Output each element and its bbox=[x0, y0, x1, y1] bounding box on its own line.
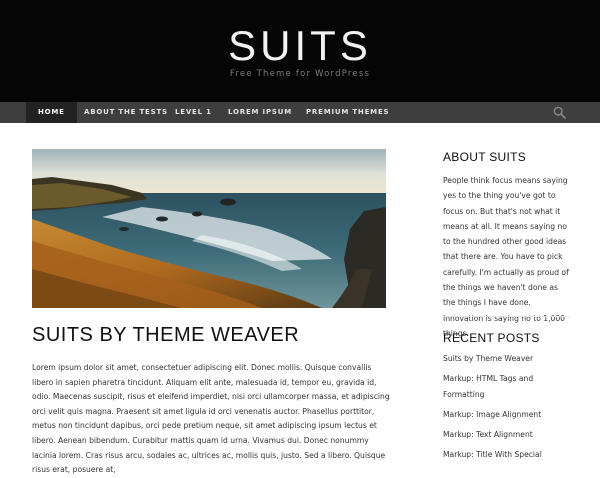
sidebar-divider bbox=[443, 316, 571, 317]
recent-post-link[interactable]: Suits by Theme Weaver bbox=[443, 351, 571, 367]
recent-post-link[interactable]: Markup: HTML Tags and Formatting bbox=[443, 371, 571, 403]
nav-item-premium-themes[interactable]: PREMIUM THEMES bbox=[306, 102, 389, 123]
post-title[interactable]: SUITS BY THEME WEAVER bbox=[32, 324, 299, 347]
nav-item-home[interactable]: HOME bbox=[26, 102, 77, 123]
recent-post-link[interactable]: Markup: Title With Special bbox=[443, 447, 571, 463]
site-title[interactable]: SUITS bbox=[0, 22, 600, 70]
main-navigation: HOME ABOUT THE TESTS LEVEL 1 LOREM IPSUM… bbox=[0, 102, 600, 123]
search-icon[interactable] bbox=[553, 106, 566, 119]
post-content: Lorem ipsum dolor sit amet, consectetuer… bbox=[32, 363, 390, 475]
recent-posts-title: RECENT POSTS bbox=[443, 331, 540, 345]
recent-post-link[interactable]: Markup: Image Alignment bbox=[443, 407, 571, 423]
nav-item-level-1[interactable]: LEVEL 1 bbox=[175, 102, 212, 123]
recent-post-link[interactable]: Markup: Text Alignment bbox=[443, 427, 571, 443]
site-tagline: Free Theme for WordPress bbox=[229, 69, 371, 79]
nav-item-about-the-tests[interactable]: ABOUT THE TESTS bbox=[84, 102, 168, 123]
site-header: SUITS Free Theme for WordPress bbox=[0, 0, 600, 102]
featured-image[interactable] bbox=[32, 149, 386, 308]
about-widget-title: ABOUT SUITS bbox=[443, 150, 527, 164]
nav-item-lorem-ipsum[interactable]: LOREM IPSUM bbox=[228, 102, 292, 123]
